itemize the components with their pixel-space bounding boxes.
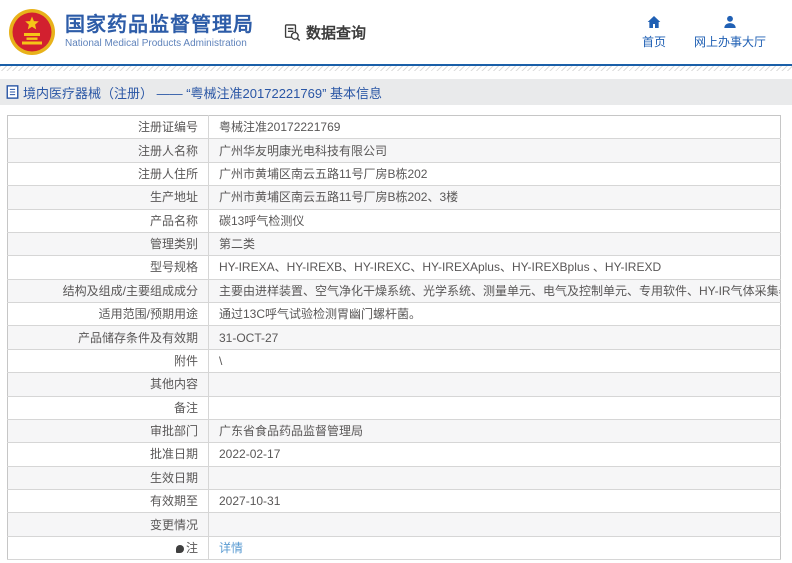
table-row: 附件 \ [7, 349, 781, 374]
row-value: 广州华友明康光电科技有限公司 [208, 138, 781, 163]
table-row: 注册人住所 广州市黄埔区南云五路11号厂房B栋202 [7, 162, 781, 187]
row-value: HY-IREXA、HY-IREXB、HY-IREXC、HY-IREXAplus、… [208, 255, 781, 280]
document-icon [6, 85, 19, 99]
row-value: 详情 [208, 536, 781, 561]
row-value: 通过13C呼气试验检测胃幽门螺杆菌。 [208, 302, 781, 327]
national-emblem-logo [9, 9, 55, 55]
row-value: 广东省食品药品监督管理局 [208, 419, 781, 444]
row-value: 广州市黄埔区南云五路11号厂房B栋202、3楼 [208, 185, 781, 210]
top-nav: 首页 网上办事大厅 [642, 14, 776, 50]
row-label: 备注 [7, 396, 209, 420]
row-label: 注册人住所 [7, 162, 209, 187]
row-value [208, 396, 781, 420]
table-row: 生产地址 广州市黄埔区南云五路11号厂房B栋202、3楼 [7, 185, 781, 210]
detail-link[interactable]: 详情 [219, 541, 243, 555]
table-row: 生效日期 [7, 466, 781, 491]
row-label: 产品储存条件及有效期 [7, 325, 209, 350]
nav-online-hall-label: 网上办事大厅 [693, 35, 766, 49]
table-row: 注详情 [7, 536, 781, 561]
row-value: 主要由进样装置、空气净化干燥系统、光学系统、测量单元、电气及控制单元、专用软件、… [208, 279, 781, 304]
row-label: 生产地址 [7, 185, 209, 210]
nav-home-label: 首页 [641, 35, 666, 49]
site-subtitle: National Medical Products Administration [65, 38, 247, 49]
data-query-label: 数据查询 [306, 24, 367, 42]
row-label: 生效日期 [7, 466, 209, 491]
table-row: 批准日期 2022-02-17 [7, 442, 781, 467]
table-row: 适用范围/预期用途 通过13C呼气试验检测胃幽门螺杆菌。 [7, 302, 781, 327]
row-label: 其他内容 [7, 372, 209, 397]
row-value: 31-OCT-27 [208, 325, 781, 350]
document-search-icon [284, 23, 301, 41]
table-row: 产品名称 碳13呼气检测仪 [7, 209, 781, 233]
nav-home[interactable]: 首页 [642, 14, 666, 50]
table-row: 型号规格 HY-IREXA、HY-IREXB、HY-IREXC、HY-IREXAp… [7, 255, 781, 280]
row-label: 注册人名称 [7, 138, 209, 163]
row-label: 适用范围/预期用途 [7, 302, 209, 327]
row-label: 结构及组成/主要组成成分 [7, 279, 209, 304]
home-icon [647, 16, 661, 28]
row-label: 注 [7, 536, 209, 561]
nav-online-hall[interactable]: 网上办事大厅 [694, 14, 766, 50]
row-value: 第二类 [208, 232, 781, 257]
row-value: 粤械注准20172221769 [208, 115, 781, 140]
row-label: 型号规格 [7, 255, 209, 280]
row-label: 注册证编号 [7, 115, 209, 140]
row-value: 碳13呼气检测仪 [208, 209, 781, 233]
site-title: 国家药品监督管理局 [65, 14, 254, 36]
brand-text: 国家药品监督管理局 National Medical Products Admi… [65, 14, 254, 50]
table-row: 审批部门 广东省食品药品监督管理局 [7, 419, 781, 444]
row-value [208, 512, 781, 537]
breadcrumb-text: 境内医疗器械（注册） —— “粤械注准20172221769” 基本信息 [23, 85, 383, 101]
table-row: 产品储存条件及有效期 31-OCT-27 [7, 325, 781, 350]
table-row: 结构及组成/主要组成成分 主要由进样装置、空气净化干燥系统、光学系统、测量单元、电… [7, 279, 781, 304]
row-value [208, 372, 781, 397]
row-value: 2022-02-17 [208, 442, 781, 467]
header: 国家药品监督管理局 National Medical Products Admi… [0, 0, 792, 64]
data-query-section: 数据查询 [282, 22, 366, 43]
table-row: 有效期至 2027-10-31 [7, 489, 781, 514]
table-row: 变更情况 [7, 512, 781, 537]
table-row: 其他内容 [7, 372, 781, 397]
breadcrumb: 境内医疗器械（注册） —— “粤械注准20172221769” 基本信息 [0, 79, 792, 105]
table-row: 备注 [7, 396, 781, 420]
row-label: 管理类别 [7, 232, 209, 257]
row-value: 2027-10-31 [208, 489, 781, 514]
row-value: \ [208, 349, 781, 374]
row-label: 附件 [7, 349, 209, 374]
row-value: 广州市黄埔区南云五路11号厂房B栋202 [208, 162, 781, 187]
row-value [208, 466, 781, 491]
brand: 国家药品监督管理局 National Medical Products Admi… [8, 8, 254, 56]
row-label: 审批部门 [7, 419, 209, 444]
user-icon [724, 15, 736, 28]
row-label: 产品名称 [7, 209, 209, 233]
registration-info-table: 注册证编号 粤械注准20172221769 注册人名称 广州华友明康光电科技有限公司注… [7, 115, 781, 561]
row-label: 有效期至 [7, 489, 209, 514]
row-label: 批准日期 [7, 442, 209, 467]
row-label: 变更情况 [7, 512, 209, 537]
table-row: 注册证编号 粤械注准20172221769 [7, 115, 781, 140]
table-row: 注册人名称 广州华友明康光电科技有限公司 [7, 138, 781, 163]
hatch-texture [0, 66, 792, 71]
pin-icon [175, 544, 184, 553]
table-row: 管理类别 第二类 [7, 232, 781, 257]
